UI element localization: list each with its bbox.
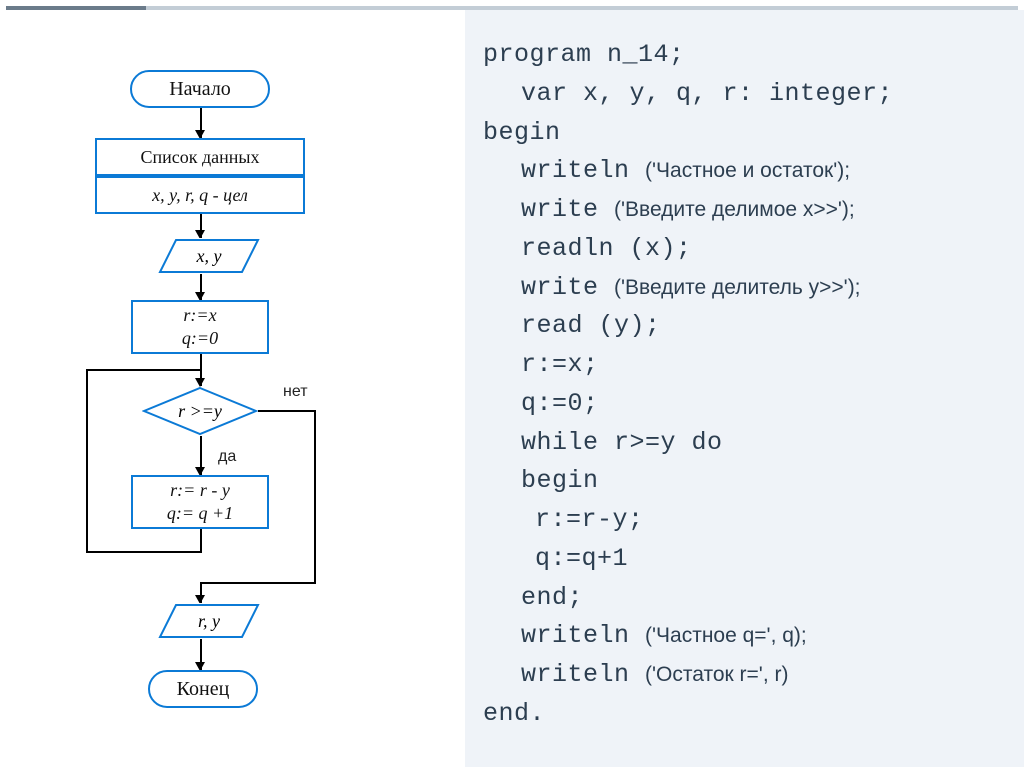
- code-line: read (y);: [483, 307, 1006, 346]
- code-line: var x, y, q, r: integer;: [483, 75, 1006, 114]
- flowchart-input: x, y: [158, 238, 260, 274]
- flowchart-process-init-l2: q:=0: [182, 327, 218, 350]
- flowchart-end: Конец: [148, 670, 258, 708]
- flowchart-process-loop: r:= r - y q:= q +1: [131, 475, 269, 529]
- flowchart-start-label: Начало: [169, 78, 231, 101]
- flowchart-process-init-l1: r:=x: [183, 304, 216, 327]
- flowchart-data-vars-label: x, y, r, q - цел: [152, 185, 248, 206]
- code-line: writeln ('Остаток r=', r): [483, 656, 1006, 695]
- flowchart-label-no: нет: [283, 383, 308, 401]
- code-line: begin: [483, 462, 1006, 501]
- flowchart-output: r, y: [158, 603, 260, 639]
- flowchart-process-loop-l1: r:= r - y: [170, 479, 230, 502]
- code-line: write ('Введите делимое x>>');: [483, 191, 1006, 230]
- flowchart-start: Начало: [130, 70, 270, 108]
- flowchart-label-yes: да: [218, 448, 236, 466]
- flowchart-data-header-label: Список данных: [140, 147, 259, 168]
- flowchart-output-label: r, y: [158, 603, 260, 639]
- flowchart-end-label: Конец: [177, 678, 230, 701]
- flowchart-input-label: x, y: [158, 238, 260, 274]
- code-line: program n_14;: [483, 36, 1006, 75]
- flowchart-decision-label: r >=y: [142, 386, 258, 436]
- flowchart-data-header: Список данных: [95, 138, 305, 176]
- code-line: writeln ('Частное и остаток');: [483, 152, 1006, 191]
- code-line: r:=r-y;: [483, 501, 1006, 540]
- flowchart-data-vars: x, y, r, q - цел: [95, 176, 305, 214]
- code-line: end;: [483, 579, 1006, 618]
- code-line: readln (x);: [483, 230, 1006, 269]
- code-line: writeln ('Частное q=', q);: [483, 617, 1006, 656]
- flowchart-process-init: r:=x q:=0: [131, 300, 269, 354]
- flowchart-decision: r >=y: [142, 386, 258, 436]
- code-line: begin: [483, 114, 1006, 153]
- code-line: write ('Введите делитель y>>');: [483, 269, 1006, 308]
- code-line: q:=0;: [483, 385, 1006, 424]
- code-panel: program n_14; var x, y, q, r: integer; b…: [465, 10, 1024, 767]
- code-line: while r>=y do: [483, 424, 1006, 463]
- code-line: q:=q+1: [483, 540, 1006, 579]
- code-line: end.: [483, 695, 1006, 734]
- page-container: Начало Список данных x, y, r, q - цел x,…: [0, 0, 1024, 767]
- flowchart-process-loop-l2: q:= q +1: [167, 502, 233, 525]
- flowchart-panel: Начало Список данных x, y, r, q - цел x,…: [0, 10, 465, 767]
- code-line: r:=x;: [483, 346, 1006, 385]
